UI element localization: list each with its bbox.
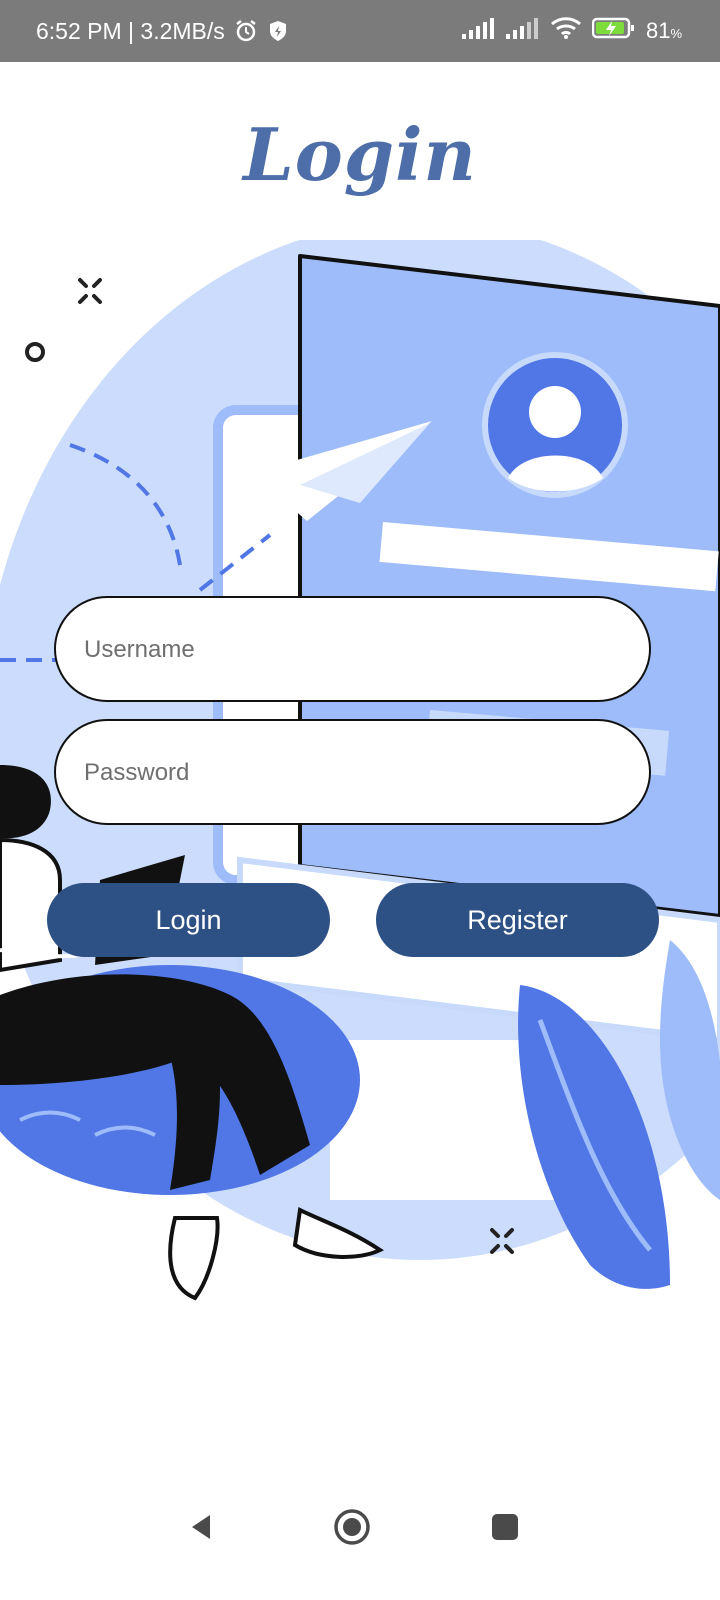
login-button[interactable]: Login <box>47 883 330 957</box>
status-bar: 6:52 PM | 3.2MB/s 81% <box>0 0 720 62</box>
battery-percent: 81% <box>645 18 682 43</box>
back-icon[interactable] <box>176 1502 226 1552</box>
password-input[interactable] <box>82 721 626 825</box>
status-time: 6:52 PM | 3.2MB/s <box>36 17 225 44</box>
register-button[interactable]: Register <box>376 883 659 957</box>
wifi-icon <box>550 16 582 46</box>
username-field[interactable] <box>54 596 651 702</box>
sparkle-icon <box>78 278 102 304</box>
status-left: 6:52 PM | 3.2MB/s <box>36 0 289 62</box>
signal-icon <box>461 16 496 46</box>
home-icon[interactable] <box>327 1502 377 1552</box>
status-right: 81% <box>461 0 682 62</box>
password-field[interactable] <box>54 719 651 825</box>
shield-icon <box>267 19 289 43</box>
alarm-icon <box>233 18 259 44</box>
signal-icon <box>505 16 540 46</box>
recents-icon[interactable] <box>480 1502 530 1552</box>
battery-charging-icon <box>591 16 636 46</box>
username-input[interactable] <box>82 598 626 702</box>
system-nav-bar <box>0 1480 720 1580</box>
page-title: Login <box>243 112 477 197</box>
